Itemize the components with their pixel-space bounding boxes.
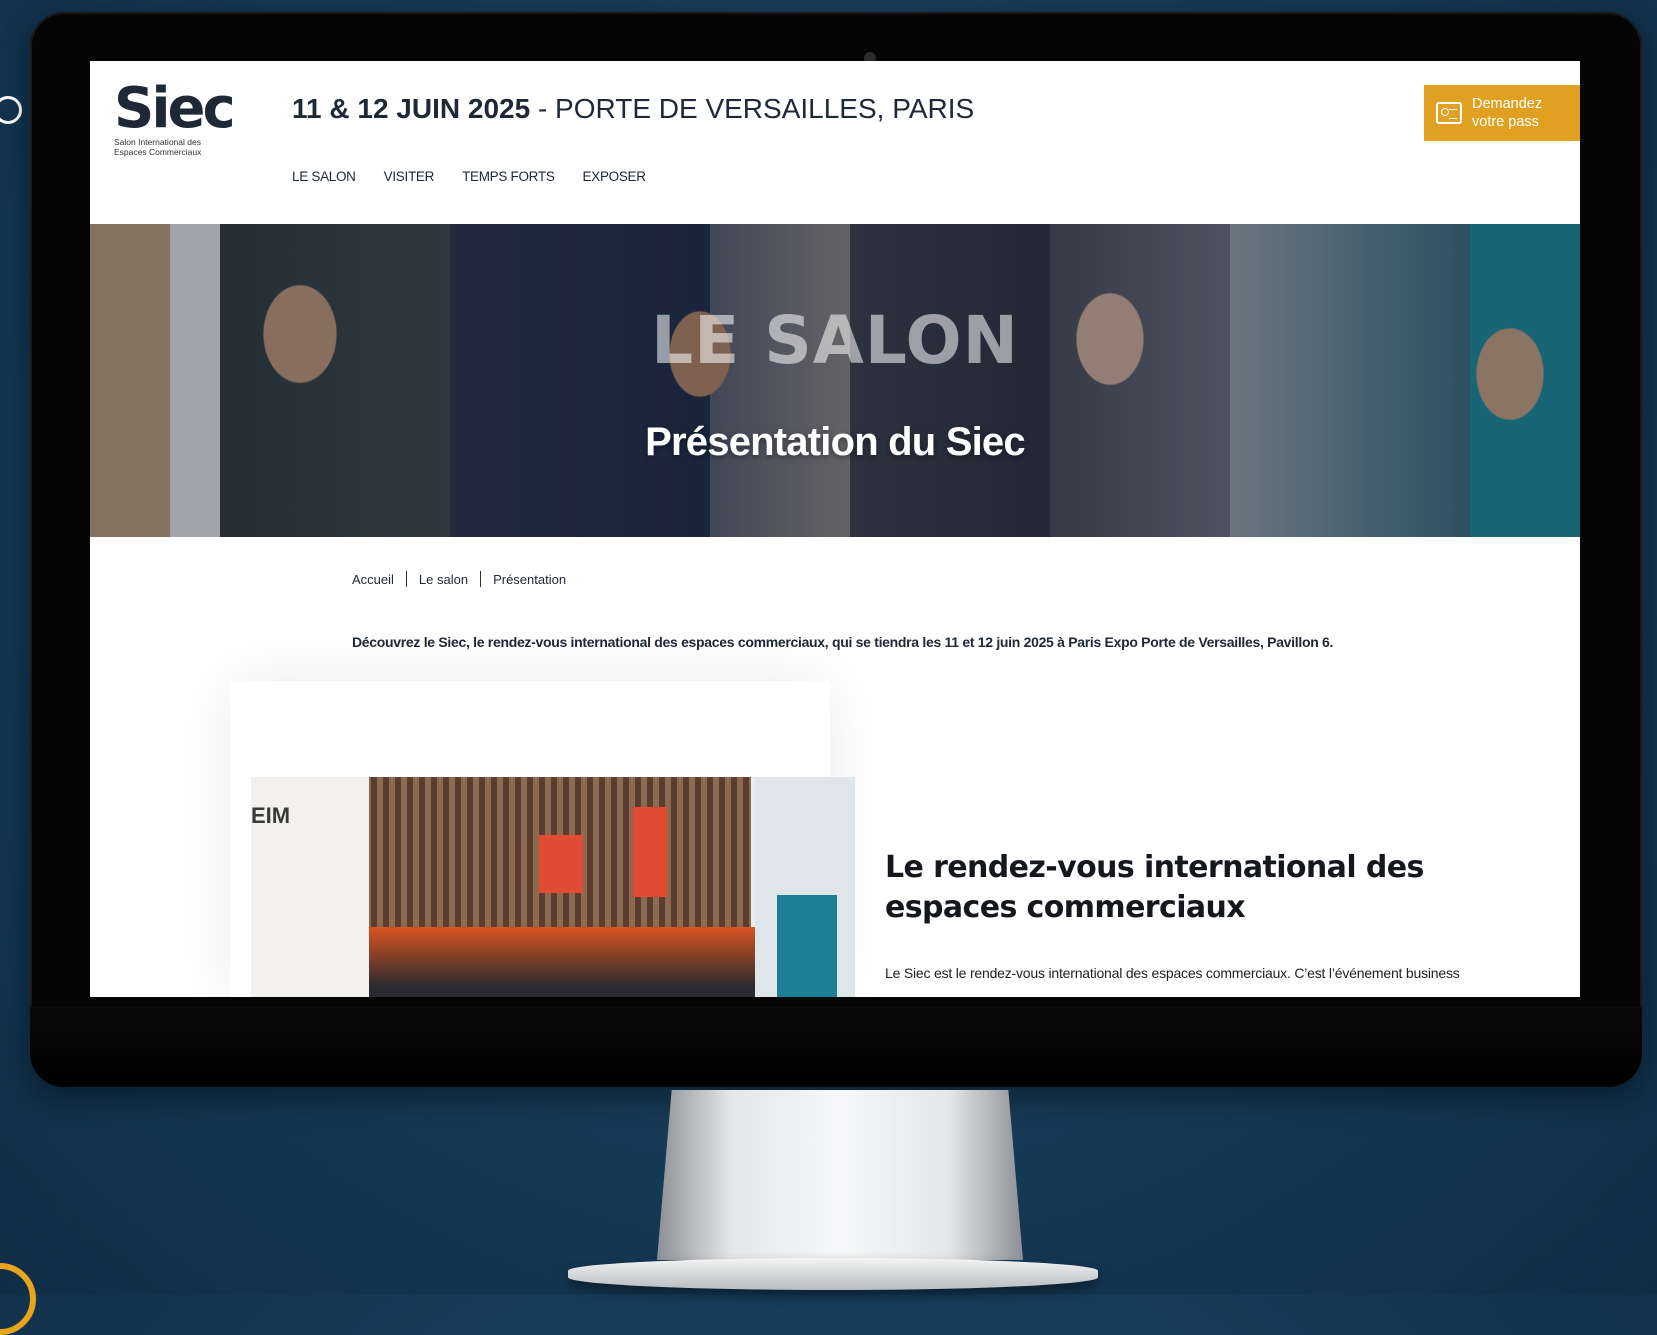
section-text: Le Siec est le rendez-vous international… <box>885 965 1460 981</box>
photo-booth <box>755 777 855 997</box>
logo-subtitle: Salon International des Espaces Commerci… <box>114 137 202 157</box>
photo-stand-text: EIM <box>251 803 291 828</box>
breadcrumb-current: Présentation <box>493 571 567 587</box>
photo-booth-panel <box>777 895 837 997</box>
breadcrumb-home[interactable]: Accueil <box>352 572 394 587</box>
monitor-stand <box>657 1090 1023 1260</box>
request-pass-label: Demandez votre pass <box>1472 96 1543 130</box>
id-card-icon <box>1436 102 1462 124</box>
breadcrumb: Accueil Le salon Présentation <box>352 571 566 587</box>
intro-text: Découvrez le Siec, le rendez-vous intern… <box>352 634 1334 650</box>
nav-item-temps-forts[interactable]: TEMPS FORTS <box>462 169 555 184</box>
siec-logo[interactable]: Siec Salon International des Espaces Com… <box>114 76 236 158</box>
hero-banner: LE SALON Présentation du Siec <box>90 224 1580 537</box>
photo-sign <box>633 807 667 897</box>
corner-arc-decoration <box>0 1263 36 1335</box>
main-nav: LE SALON VISITER TEMPS FORTS EXPOSER <box>292 169 646 184</box>
photo-crowd <box>369 927 769 997</box>
section-title: Le rendez-vous international des espaces… <box>885 850 1424 925</box>
photo-sign <box>539 835 583 893</box>
event-date: 11 & 12 JUIN 2025 <box>292 93 531 124</box>
breadcrumb-separator <box>405 571 407 587</box>
breadcrumb-le-salon[interactable]: Le salon <box>419 572 468 587</box>
nav-item-visiter[interactable]: VISITER <box>384 169 435 184</box>
logo-mark: Siec <box>114 76 236 141</box>
monitor-chin <box>30 1007 1642 1087</box>
hero-title: Présentation du Siec <box>645 420 1025 464</box>
breadcrumb-separator <box>480 571 482 587</box>
nav-item-exposer[interactable]: EXPOSER <box>583 169 646 184</box>
photo-stand: EIM <box>251 777 369 997</box>
event-title: 11 & 12 JUIN 2025 - PORTE DE VERSAILLES,… <box>292 93 974 125</box>
exhibition-photo: EIM <box>251 777 855 997</box>
corner-circle-icon <box>0 96 22 124</box>
hero-ghost-text: LE SALON <box>651 302 1019 379</box>
request-pass-button[interactable]: Demandez votre pass <box>1424 85 1580 141</box>
event-location: - PORTE DE VERSAILLES, PARIS <box>530 93 975 124</box>
monitor-base <box>568 1258 1098 1290</box>
nav-item-le-salon[interactable]: LE SALON <box>292 169 356 184</box>
